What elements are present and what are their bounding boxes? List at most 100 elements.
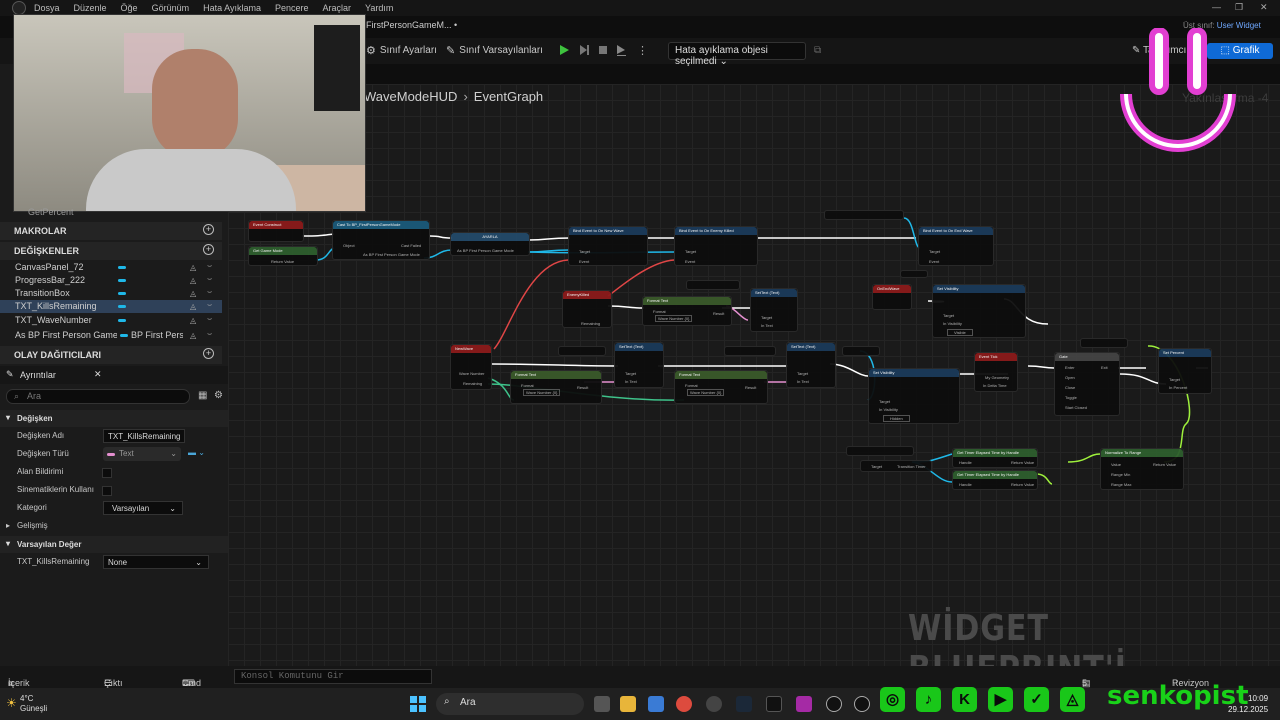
unreal-engine-icon-2[interactable] xyxy=(854,696,870,712)
add-macro-icon[interactable]: + xyxy=(203,224,214,235)
bind-on-end-wave-node[interactable]: Bind Event to On End Wave Target Event xyxy=(918,226,994,266)
grid-view-icon[interactable]: ▦ xyxy=(198,390,207,401)
close-tab-icon[interactable]: ✕ xyxy=(94,369,102,380)
cinematics-checkbox[interactable] xyxy=(102,486,112,496)
chevron-icon[interactable]: ⌣ xyxy=(207,261,212,271)
enemy-killed-event-node[interactable]: EnemyKilled Remaining xyxy=(562,290,612,328)
default-value-section-header[interactable]: ▾ Varsayılan Değer xyxy=(0,536,228,553)
event-dispatchers-section[interactable]: OLAY DAĞITICILARI + xyxy=(0,346,222,364)
windows-start-icon[interactable] xyxy=(410,696,426,712)
game-mode-getter-node-2[interactable] xyxy=(846,446,914,456)
set-variable-node[interactable]: AYARLA As BP First Person Game Mode xyxy=(450,232,530,256)
maximize-icon[interactable]: ❐ xyxy=(1235,2,1243,13)
bell-icon[interactable]: ◬ xyxy=(190,263,196,272)
bind-on-new-wave-node[interactable]: Bind Event to On New Wave Target Event xyxy=(568,226,648,266)
bell-icon[interactable]: ◬ xyxy=(190,316,196,325)
cast-node[interactable]: Cast To BP_FirstPersonGameMode Object Ca… xyxy=(332,220,430,260)
task-view-icon[interactable] xyxy=(594,696,610,712)
bell-icon[interactable]: ◬ xyxy=(190,276,196,285)
settings-icon[interactable]: ⚙ xyxy=(214,390,223,401)
breadcrumb-parent[interactable]: WaveModeHUD xyxy=(364,89,457,104)
breadcrumb-current[interactable]: EventGraph xyxy=(474,89,543,104)
transition-timer-node[interactable]: Target Transition Timer xyxy=(860,460,932,472)
chevron-icon[interactable]: ⌣ xyxy=(207,274,212,284)
file-explorer-icon[interactable] xyxy=(620,696,636,712)
set-visibility-node-2[interactable]: Set Visibility Target In Visibility Hidd… xyxy=(868,368,960,424)
format-text-node-2[interactable]: Format Text Format Wave Number {0} Resul… xyxy=(510,370,602,404)
get-timer-elapsed-node-2[interactable]: Get Timer Elapsed Time by Handle Handle … xyxy=(952,470,1038,490)
menu-help[interactable]: Yardım xyxy=(365,3,393,13)
variable-type-select[interactable]: Text ⌄ xyxy=(103,447,181,461)
document-tab[interactable]: FirstPersonGameM... • xyxy=(366,20,457,30)
unreal-engine-icon[interactable] xyxy=(826,696,842,712)
close-icon[interactable]: ✕ xyxy=(1260,2,1268,13)
details-tab[interactable]: ✎ Ayrıntılar ✕ xyxy=(0,366,228,384)
pin-value[interactable]: Wave Number {0} xyxy=(655,315,693,322)
steam-icon[interactable] xyxy=(736,696,752,712)
app-icon-2[interactable] xyxy=(796,696,812,712)
event-graph-canvas[interactable]: Event Construct Cast To BP_FirstPersonGa… xyxy=(228,84,1280,666)
menu-tools[interactable]: Araçlar xyxy=(323,3,352,13)
transition-box-getter-node[interactable] xyxy=(842,346,880,356)
variable-section-header[interactable]: ▾ Değişken xyxy=(0,410,228,427)
menu-asset[interactable]: Öğe xyxy=(121,3,138,13)
set-text-node-3[interactable]: SetText (Text) Target In Text xyxy=(786,342,836,388)
weather-widget[interactable]: 4°C Güneşli xyxy=(20,694,47,714)
category-select[interactable]: Varsayılan ⌄ xyxy=(103,501,183,515)
play-icon[interactable] xyxy=(558,44,570,56)
variable-item[interactable]: TransitionBox ◬ ⌣ xyxy=(0,287,222,300)
eject-icon[interactable] xyxy=(615,44,627,56)
menu-view[interactable]: Görünüm xyxy=(152,3,190,13)
variable-item-selected[interactable]: TXT_KillsRemaining ◬ ⌣ xyxy=(0,300,222,313)
kills-remaining-getter-node[interactable] xyxy=(686,280,740,290)
expose-checkbox[interactable] xyxy=(102,468,112,478)
progress-bar-getter-node[interactable] xyxy=(1080,338,1128,348)
wave-number-getter-node[interactable] xyxy=(558,346,606,356)
event-tick-node[interactable]: Event Tick My Geometry In Delta Time xyxy=(974,352,1018,392)
class-settings-button[interactable]: ⚙ Sınıf Ayarları xyxy=(366,44,437,57)
chrome-icon[interactable] xyxy=(676,696,692,712)
default-value-select[interactable]: None ⌄ xyxy=(103,555,209,569)
variables-section[interactable]: DEĞİŞKENLER + xyxy=(0,242,222,260)
format-text-node-1[interactable]: Format Text Format Wave Number {0} Resul… xyxy=(642,296,732,326)
bind-on-enemy-killed-node[interactable]: Bind Event to On Enemy Killed Target Eve… xyxy=(674,226,758,266)
bell-icon[interactable]: ◬ xyxy=(190,331,196,340)
app-icon[interactable] xyxy=(706,696,722,712)
more-options-icon[interactable]: ⋮ xyxy=(637,44,648,57)
menu-edit[interactable]: Düzenle xyxy=(74,3,107,13)
menu-debug[interactable]: Hata Ayıklama xyxy=(203,3,261,13)
variable-name-field[interactable]: TXT_KillsRemaining xyxy=(103,429,185,443)
epic-games-icon[interactable] xyxy=(766,696,782,712)
macros-section[interactable]: MAKROLAR + xyxy=(0,222,222,240)
add-variable-icon[interactable]: + xyxy=(203,244,214,255)
class-defaults-button[interactable]: ✎ Sınıf Varsayılanları xyxy=(446,44,543,57)
chevron-icon[interactable]: ⌣ xyxy=(207,329,212,339)
console-command-input[interactable]: Konsol Komutunu Gir xyxy=(234,669,432,684)
debug-filter-icon[interactable]: ⧉ xyxy=(814,45,821,56)
on-end-wave-event-node[interactable]: OnEndWave xyxy=(872,284,912,310)
step-icon[interactable] xyxy=(578,44,590,56)
get-timer-elapsed-node-1[interactable]: Get Timer Elapsed Time by Handle Handle … xyxy=(952,448,1038,468)
normalize-to-range-node[interactable]: Normalize To Range Value Range Min Range… xyxy=(1100,448,1184,490)
stop-icon[interactable] xyxy=(597,44,609,56)
format-text-node-3[interactable]: Format Text Format Wave Number {0} Resul… xyxy=(674,370,768,404)
variable-item[interactable]: CanvasPanel_72 ◬ ⌣ xyxy=(0,261,222,274)
kills-remaining-getter-node-2[interactable] xyxy=(724,346,776,356)
chevron-icon[interactable]: ⌣ xyxy=(207,287,212,297)
transition-box-getter-node-2[interactable] xyxy=(900,270,928,278)
pin-value[interactable]: Hidden xyxy=(883,415,910,422)
variable-item[interactable]: TXT_WaveNumber ◬ ⌣ xyxy=(0,314,222,327)
new-wave-event-node[interactable]: NewWave Wave Number Remaining xyxy=(450,344,492,390)
details-search-input[interactable]: ⌕ Ara xyxy=(6,389,190,404)
chevron-icon[interactable]: ⌣ xyxy=(207,314,212,324)
bell-icon[interactable]: ◬ xyxy=(190,289,196,298)
system-clock[interactable]: 10:09 29.12.2025 xyxy=(1228,693,1268,715)
pin-value[interactable]: Wave Number {0} xyxy=(687,389,725,396)
container-type-icon[interactable]: ▬ ⌄ xyxy=(188,448,205,457)
variable-item[interactable]: ProgressBar_222 ◬ ⌣ xyxy=(0,274,222,287)
bell-icon[interactable]: ◬ xyxy=(190,302,196,311)
event-construct-node[interactable]: Event Construct xyxy=(248,220,304,242)
get-game-mode-node[interactable]: Get Game Mode Return Value xyxy=(248,246,318,266)
advanced-section[interactable]: ▸ Gelişmiş xyxy=(0,517,228,535)
add-dispatcher-icon[interactable]: + xyxy=(203,348,214,359)
